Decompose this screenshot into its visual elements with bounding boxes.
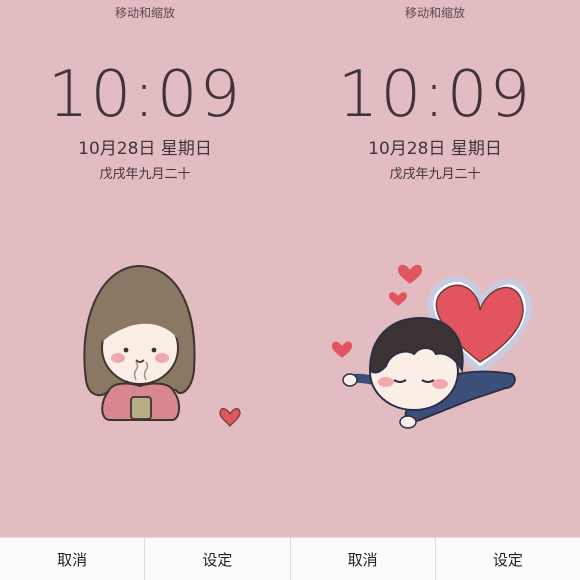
clock-date: 10月28日 星期日 bbox=[78, 139, 212, 159]
clock-time: 10:09 bbox=[337, 58, 533, 132]
clock-time: 10:09 bbox=[47, 58, 243, 132]
cancel-button-left[interactable]: 取消 bbox=[0, 538, 146, 580]
move-and-zoom-hint: 移动和缩放 bbox=[404, 6, 465, 20]
cancel-button-right[interactable]: 取消 bbox=[291, 538, 436, 580]
wallpaper-preview-right[interactable]: 移动和缩放 10:09 10月28日 星期日 戊戌年九月二十 bbox=[290, 0, 580, 537]
wallpaper-preview-left[interactable]: 移动和缩放 10:09 10月28日 星期日 戊戌年九月二十 bbox=[0, 0, 290, 537]
boy-heart-illustration bbox=[332, 264, 532, 429]
set-button-left[interactable]: 设定 bbox=[145, 538, 291, 580]
bottom-action-bar: 取消 设定 取消 设定 bbox=[0, 537, 580, 580]
move-and-zoom-hint: 移动和缩放 bbox=[114, 6, 175, 20]
clock-date: 10月28日 星期日 bbox=[368, 139, 502, 159]
girl-illustration bbox=[83, 264, 241, 428]
lunar-date: 戊戌年九月二十 bbox=[389, 167, 481, 182]
lunar-date: 戊戌年九月二十 bbox=[99, 167, 191, 182]
set-button-right[interactable]: 设定 bbox=[436, 538, 580, 580]
